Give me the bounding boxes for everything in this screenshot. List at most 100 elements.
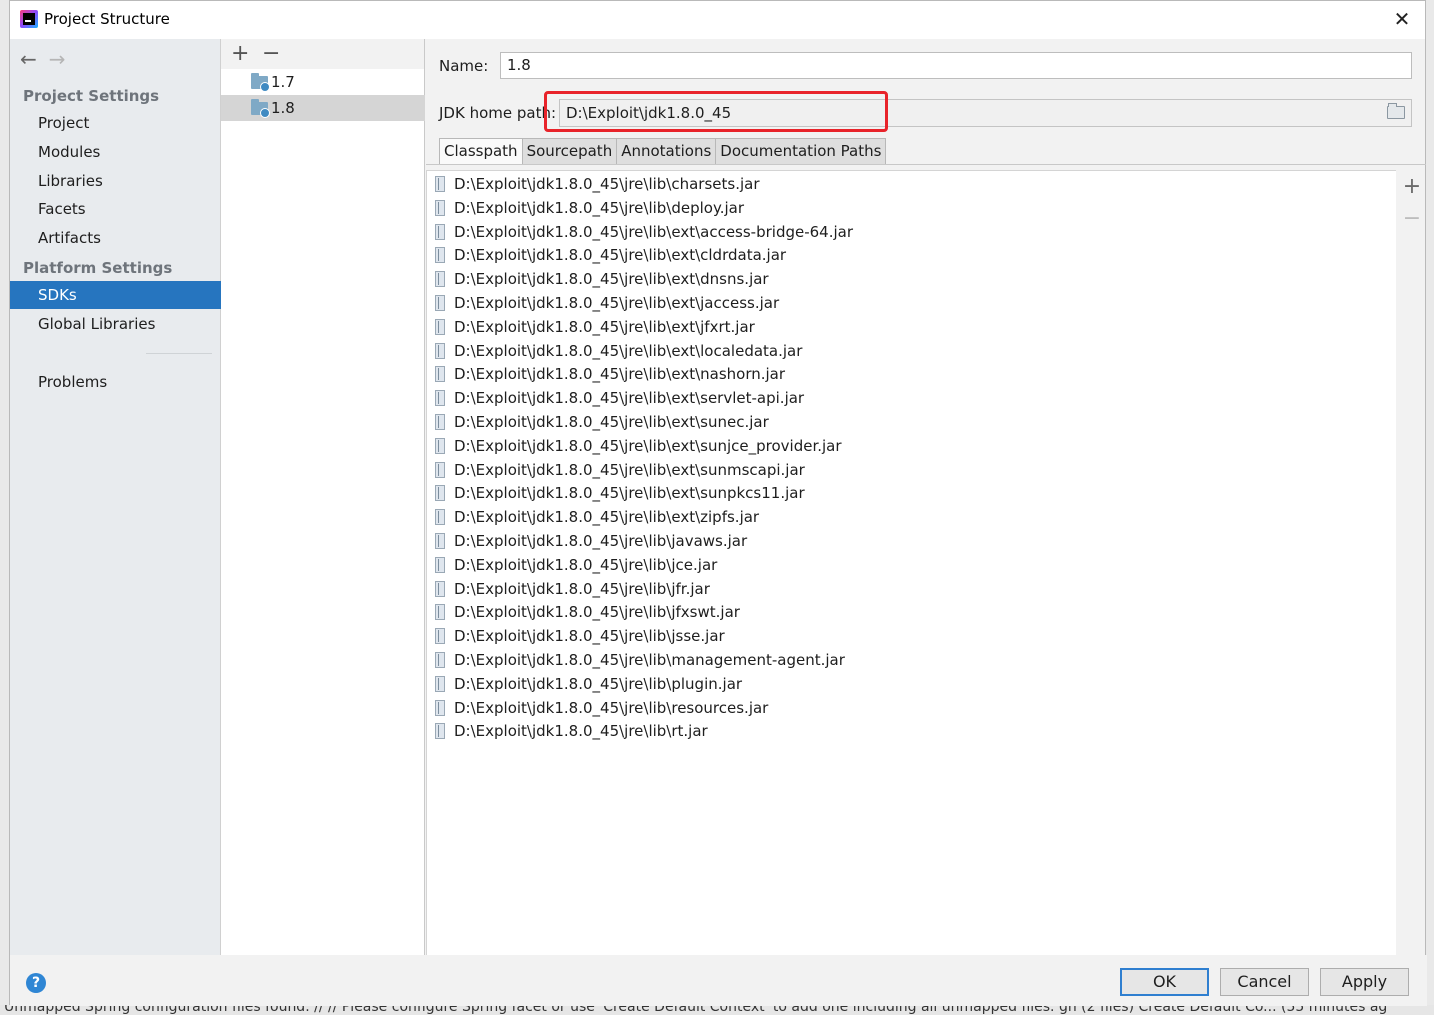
classpath-row[interactable]: D:\Exploit\jdk1.8.0_45\jre\lib\ext\sunpk… — [427, 481, 1396, 505]
jar-file-icon — [435, 295, 445, 311]
jdk-folder-icon — [251, 99, 270, 118]
classpath-path: D:\Exploit\jdk1.8.0_45\jre\lib\charsets.… — [454, 175, 760, 193]
classpath-row[interactable]: D:\Exploit\jdk1.8.0_45\jre\lib\charsets.… — [427, 172, 1396, 196]
classpath-path: D:\Exploit\jdk1.8.0_45\jre\lib\jce.jar — [454, 555, 718, 574]
jar-file-icon — [435, 437, 445, 454]
cancel-button[interactable]: Cancel — [1220, 968, 1309, 996]
tab-sourcepath[interactable]: Sourcepath — [522, 138, 618, 165]
classpath-row[interactable]: D:\Exploit\jdk1.8.0_45\jre\lib\ext\jacce… — [427, 291, 1396, 315]
classpath-row[interactable]: D:\Exploit\jdk1.8.0_45\jre\lib\plugin.ja… — [427, 672, 1396, 696]
jar-file-icon — [435, 223, 445, 240]
classpath-path: D:\Exploit\jdk1.8.0_45\jre\lib\ext\jfxrt… — [454, 317, 755, 336]
jar-file-icon — [435, 342, 445, 359]
jar-file-icon — [435, 199, 445, 216]
ok-button[interactable]: OK — [1120, 968, 1209, 996]
classpath-path: D:\Exploit\jdk1.8.0_45\jre\lib\deploy.ja… — [454, 198, 745, 217]
tab-annotations[interactable]: Annotations — [617, 138, 717, 165]
classpath-row[interactable]: D:\Exploit\jdk1.8.0_45\jre\lib\ext\zipfs… — [427, 505, 1396, 529]
tab-divider — [426, 164, 1426, 165]
classpath-row[interactable]: D:\Exploit\jdk1.8.0_45\jre\lib\deploy.ja… — [427, 196, 1396, 220]
classpath-row[interactable]: D:\Exploit\jdk1.8.0_45\jre\lib\ext\acces… — [427, 220, 1396, 244]
jar-file-icon — [435, 509, 445, 526]
classpath-path: D:\Exploit\jdk1.8.0_45\jre\lib\ext\local… — [454, 341, 803, 360]
sdk-item-1-8[interactable]: 1.8 — [221, 95, 425, 121]
classpath-row[interactable]: D:\Exploit\jdk1.8.0_45\jre\lib\jfxswt.ja… — [427, 600, 1396, 624]
jar-file-icon — [435, 604, 445, 621]
browse-folder-icon[interactable] — [1387, 103, 1405, 119]
apply-button[interactable]: Apply — [1320, 968, 1409, 996]
jar-file-icon — [435, 390, 445, 407]
classpath-list: D:\Exploit\jdk1.8.0_45\jre\lib\charsets.… — [426, 170, 1396, 955]
jar-file-icon — [435, 699, 445, 716]
jar-file-icon — [435, 533, 445, 549]
add-path-icon[interactable]: + — [1398, 174, 1426, 206]
classpath-row[interactable]: D:\Exploit\jdk1.8.0_45\jre\lib\rt.jar — [427, 719, 1396, 743]
nav-item-modules[interactable]: Modules — [10, 138, 221, 166]
project-settings-header: Project Settings — [23, 87, 160, 105]
intellij-icon — [20, 10, 38, 28]
jar-file-icon — [435, 414, 445, 430]
jar-file-icon — [435, 366, 445, 383]
nav-item-artifacts[interactable]: Artifacts — [10, 224, 221, 252]
classpath-row[interactable]: D:\Exploit\jdk1.8.0_45\jre\lib\ext\servl… — [427, 386, 1396, 410]
jar-file-icon — [435, 580, 445, 597]
classpath-row[interactable]: D:\Exploit\jdk1.8.0_45\jre\lib\ext\local… — [427, 339, 1396, 363]
platform-settings-header: Platform Settings — [23, 259, 173, 277]
jar-file-icon — [435, 485, 445, 502]
classpath-row[interactable]: D:\Exploit\jdk1.8.0_45\jre\lib\javaws.ja… — [427, 529, 1396, 553]
sdk-detail-pane: Name: 1.8 JDK home path: D:\Exploit\jdk1… — [426, 39, 1426, 955]
jar-file-icon — [435, 652, 445, 668]
back-arrow-icon[interactable]: ← — [20, 47, 44, 71]
classpath-path: D:\Exploit\jdk1.8.0_45\jre\lib\resources… — [454, 698, 769, 717]
dialog-footer: ? OK Cancel Apply — [10, 955, 1427, 1006]
classpath-row[interactable]: D:\Exploit\jdk1.8.0_45\jre\lib\jfr.jar — [427, 577, 1396, 601]
forward-arrow-icon[interactable]: → — [49, 47, 73, 71]
classpath-row[interactable]: D:\Exploit\jdk1.8.0_45\jre\lib\ext\jfxrt… — [427, 315, 1396, 339]
help-icon[interactable]: ? — [26, 973, 46, 993]
name-field[interactable]: 1.8 — [500, 52, 1412, 79]
nav-item-facets[interactable]: Facets — [10, 195, 221, 223]
classpath-path: D:\Exploit\jdk1.8.0_45\jre\lib\ext\sunjc… — [454, 436, 842, 455]
classpath-path: D:\Exploit\jdk1.8.0_45\jre\lib\ext\acces… — [454, 222, 854, 241]
sdk-tabs: Classpath Sourcepath Annotations Documen… — [439, 138, 887, 165]
nav-item-problems[interactable]: Problems — [10, 368, 221, 396]
jdk-folder-icon — [251, 73, 270, 92]
sdk-toolbar: + − — [221, 39, 424, 69]
nav-item-sdks[interactable]: SDKs — [10, 281, 221, 309]
classpath-row[interactable]: D:\Exploit\jdk1.8.0_45\jre\lib\ext\sunms… — [427, 458, 1396, 482]
jar-file-icon — [435, 271, 445, 288]
classpath-row[interactable]: D:\Exploit\jdk1.8.0_45\jre\lib\ext\cldrd… — [427, 243, 1396, 267]
classpath-path: D:\Exploit\jdk1.8.0_45\jre\lib\ext\zipfs… — [454, 508, 760, 527]
close-button[interactable]: ✕ — [1391, 8, 1413, 30]
jar-file-icon — [435, 247, 445, 264]
classpath-path: D:\Exploit\jdk1.8.0_45\jre\lib\ext\sunpk… — [454, 484, 805, 503]
classpath-path: D:\Exploit\jdk1.8.0_45\jre\lib\jfxswt.ja… — [454, 603, 740, 622]
nav-item-global-libraries[interactable]: Global Libraries — [10, 310, 221, 338]
nav-item-project[interactable]: Project — [10, 109, 221, 137]
tab-classpath[interactable]: Classpath — [439, 138, 523, 165]
nav-item-libraries[interactable]: Libraries — [10, 167, 221, 195]
tab-documentation-paths[interactable]: Documentation Paths — [716, 138, 887, 165]
add-sdk-icon[interactable]: + — [231, 41, 249, 66]
classpath-path: D:\Exploit\jdk1.8.0_45\jre\lib\ext\sunms… — [454, 460, 805, 479]
classpath-tools: + − — [1398, 174, 1426, 238]
window-title: Project Structure — [44, 10, 170, 28]
classpath-row[interactable]: D:\Exploit\jdk1.8.0_45\jre\lib\jsse.jar — [427, 624, 1396, 648]
jar-file-icon — [435, 461, 445, 478]
classpath-path: D:\Exploit\jdk1.8.0_45\jre\lib\javaws.ja… — [454, 532, 748, 550]
remove-sdk-icon[interactable]: − — [262, 41, 280, 66]
classpath-row[interactable]: D:\Exploit\jdk1.8.0_45\jre\lib\resources… — [427, 696, 1396, 720]
classpath-path: D:\Exploit\jdk1.8.0_45\jre\lib\managemen… — [454, 651, 845, 669]
sdk-item-1-7[interactable]: 1.7 — [221, 69, 425, 95]
classpath-row[interactable]: D:\Exploit\jdk1.8.0_45\jre\lib\ext\nasho… — [427, 362, 1396, 386]
background-ide-right — [1426, 0, 1434, 1015]
classpath-row[interactable]: D:\Exploit\jdk1.8.0_45\jre\lib\managemen… — [427, 648, 1396, 672]
background-status-bar: Unmapped Spring configuration files foun… — [0, 1005, 1434, 1015]
settings-nav: ← → Project Settings Project Modules Lib… — [10, 39, 221, 955]
classpath-row[interactable]: D:\Exploit\jdk1.8.0_45\jre\lib\ext\sunec… — [427, 410, 1396, 434]
remove-path-icon[interactable]: − — [1398, 206, 1426, 238]
background-status-text: Unmapped Spring configuration files foun… — [4, 1005, 1388, 1015]
classpath-row[interactable]: D:\Exploit\jdk1.8.0_45\jre\lib\ext\dnsns… — [427, 267, 1396, 291]
classpath-row[interactable]: D:\Exploit\jdk1.8.0_45\jre\lib\ext\sunjc… — [427, 434, 1396, 458]
classpath-row[interactable]: D:\Exploit\jdk1.8.0_45\jre\lib\jce.jar — [427, 553, 1396, 577]
